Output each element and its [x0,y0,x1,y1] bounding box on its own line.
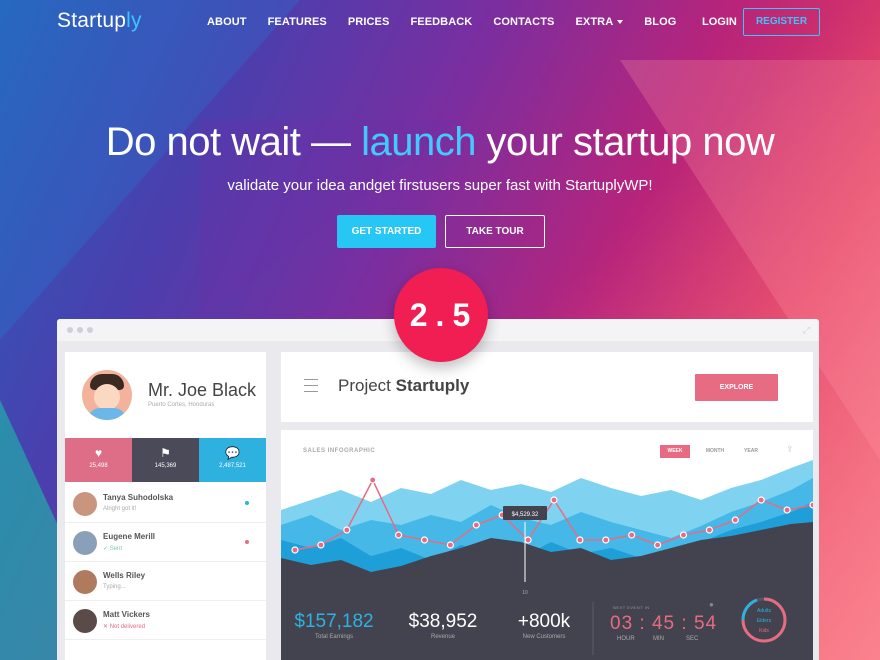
nav-item-about[interactable]: ABOUT [207,16,247,28]
unread-dot [245,501,249,505]
version-badge: 2.5 [394,268,488,362]
next-event-label: NEXT EVENT IN [613,605,650,610]
get-started-button[interactable]: GET STARTED [337,215,436,248]
data-point[interactable] [809,501,813,509]
kpi-label: Revenue [430,634,456,640]
tab-month[interactable]: MONTH [700,445,730,458]
chevron-down-icon [617,20,624,25]
nav-item-prices[interactable]: PRICES [348,16,390,28]
data-point[interactable] [602,536,610,544]
top-navigation: Startuply ABOUT FEATURES PRICES FEEDBACK… [0,0,880,44]
contact-status: ✕ Not delivered [103,624,146,630]
profile-stats: ♥ 25,498 ⚑ 145,369 💬 2,487,521 [65,438,266,482]
contact-status: Typing... [103,584,126,590]
menu-icon[interactable] [304,379,318,397]
flag-icon: ⚑ [160,446,171,460]
window-dot [77,327,83,333]
profile-name: Mr. Joe Black [148,380,257,400]
data-point[interactable] [343,526,351,534]
nav-item-extra-label: EXTRA [575,16,614,28]
project-title: Project Startuply [338,376,470,395]
chart-label: SALES INFOGRAPHIC [303,448,376,454]
heart-icon: ♥ [94,446,103,460]
timer-label: MIN [653,636,664,642]
profile-location: Puerto Cortes, Honduras [148,402,215,408]
nav-item-extra[interactable]: EXTRA [575,16,624,28]
tab-week[interactable]: WEEK [660,445,690,458]
unread-dot [245,540,249,544]
data-point[interactable] [472,521,480,529]
contact-name: Tanya Suhodolska [103,493,174,502]
tooltip-value: $4,529.32 [512,512,539,518]
logo[interactable]: Startuply [57,9,142,33]
microphone-icon: ● [709,600,714,609]
tab-year[interactable]: YEAR [736,445,766,458]
stat-messages[interactable]: 💬 2,487,521 [199,438,266,482]
data-point[interactable] [420,536,429,544]
contact-avatar [73,492,97,516]
contact-name: Eugene Merill [103,532,156,541]
donut-label: Adults [757,608,771,614]
register-button[interactable]: REGISTER [743,8,820,36]
nav-item-contacts[interactable]: CONTACTS [493,16,554,28]
kpi-label: Total Earnings [314,634,354,640]
data-point[interactable] [524,536,532,544]
data-point[interactable] [654,541,662,549]
kpi-revenue: $38,952 [408,611,478,632]
chat-icon: 💬 [225,446,240,460]
data-point[interactable] [705,526,713,534]
contact-item[interactable]: Eugene Merill ✓ Sent [65,524,266,562]
contact-name: Wells Riley [103,571,146,580]
expand-icon[interactable]: ⤢ [803,325,810,336]
contact-item[interactable]: Matt Vickers ✕ Not delivered [65,602,266,640]
hero-subtitle: validate your idea andget firstusers sup… [227,177,653,194]
nav-item-blog[interactable]: BLOG [644,16,676,28]
take-tour-button[interactable]: TAKE TOUR [445,215,545,248]
data-point[interactable] [628,531,636,539]
axis-tick: 10 [522,590,528,596]
hero-title: Do not wait — launch your startup now [105,120,775,164]
data-point[interactable] [783,506,791,514]
contact-avatar [73,531,97,555]
donut-label: Elders [757,618,772,624]
timer-label: HOUR [617,636,635,642]
sales-chart-card: $4,529.32 10 Adults Elders Kids ● SALES … [281,430,813,660]
data-point[interactable] [446,541,454,549]
contact-status: Alright got it! [103,506,137,512]
main-menu: ABOUT FEATURES PRICES FEEDBACK CONTACTS … [207,16,697,28]
login-link[interactable]: LOGIN [702,16,737,28]
stat-flags[interactable]: ⚑ 145,369 [132,438,199,482]
data-point[interactable] [291,546,299,554]
project-header-card: Project Startuply EXPLORE [281,352,813,422]
contact-item[interactable]: Tanya Suhodolska Alright got it! [65,485,266,523]
data-point[interactable] [679,531,688,539]
explore-button[interactable]: EXPLORE [695,374,778,401]
kpi-total-earnings: $157,182 [294,611,374,632]
avatar [82,370,132,420]
data-point[interactable] [369,476,377,484]
data-point[interactable] [394,531,403,539]
kpi-label: New Customers [522,634,566,640]
kpi-new-customers: +800k [517,611,571,632]
data-point[interactable] [731,516,739,524]
donut-label: Kids [759,628,769,634]
data-point[interactable] [550,496,558,504]
contact-status: ✓ Sent [103,546,123,552]
stat-likes[interactable]: ♥ 25,498 [65,438,132,482]
contact-item[interactable]: Wells Riley Typing... [65,563,266,601]
nav-item-features[interactable]: FEATURES [268,16,327,28]
data-point[interactable] [576,536,584,544]
contact-avatar [73,570,97,594]
window-dot [67,327,73,333]
data-point[interactable] [757,496,765,504]
contact-name: Matt Vickers [103,610,150,619]
data-point[interactable] [317,541,325,549]
contact-avatar [73,609,97,633]
countdown-timer: 03 : 45 : 54 [610,613,718,634]
timer-label: SEC [686,636,699,642]
nav-item-feedback[interactable]: FEEDBACK [410,16,472,28]
profile-card: Mr. Joe Black Puerto Cortes, Honduras ♥ 2… [65,352,266,660]
window-dot [87,327,93,333]
share-icon[interactable]: ⇪ [786,444,794,455]
